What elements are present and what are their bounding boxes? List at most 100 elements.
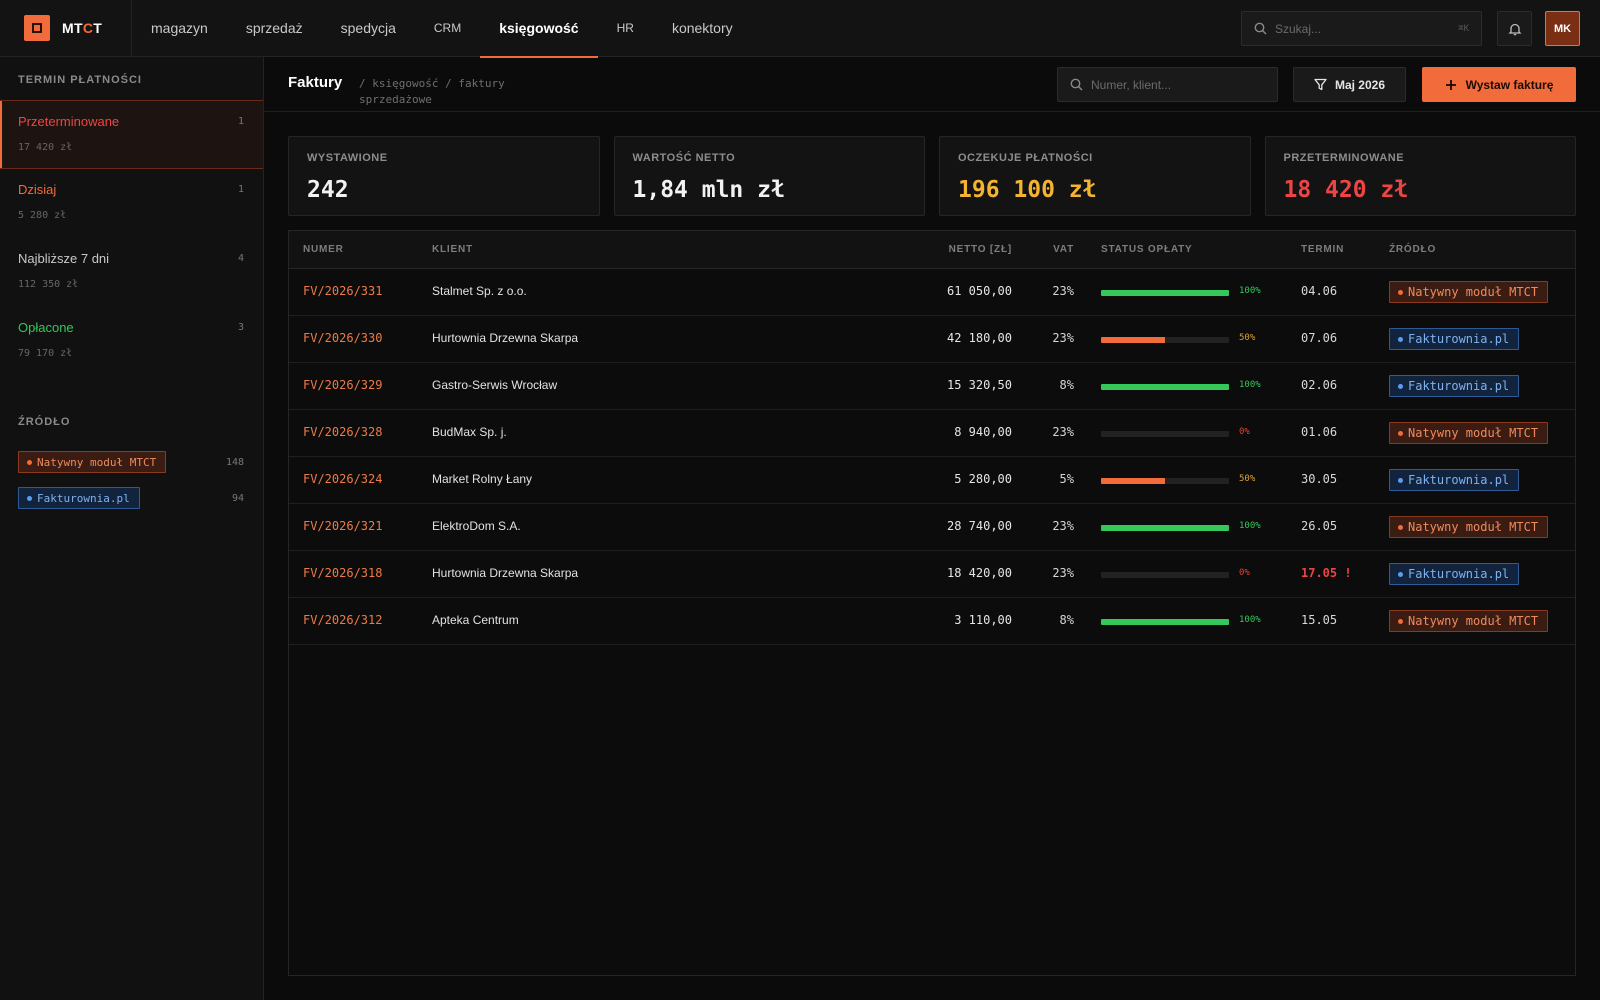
invoice-number-link[interactable]: FV/2026/324 xyxy=(303,472,382,486)
invoice-number-link[interactable]: FV/2026/330 xyxy=(303,331,382,345)
dot-icon xyxy=(27,495,32,501)
nav-item-6[interactable]: konektory xyxy=(653,0,752,57)
global-search-input[interactable] xyxy=(1275,21,1459,36)
vat-rate: 8% xyxy=(1059,378,1074,392)
dot-icon xyxy=(1398,289,1403,295)
stat-title: WARTOŚĆ NETTO xyxy=(632,152,736,164)
payment-progress-fill xyxy=(1101,337,1165,343)
sidebar: TERMIN PŁATNOŚCI Przeterminowane 1 17 420 … xyxy=(0,57,264,1000)
stat-card: OCZEKUJE PŁATNOŚCI 196 100 zł xyxy=(939,136,1251,216)
brand-name: MTCT xyxy=(62,20,103,36)
table-row[interactable]: FV/2026/330 Hurtownia Drzewna Skarpa 42 18… xyxy=(289,316,1575,363)
invoice-number-link[interactable]: FV/2026/328 xyxy=(303,425,382,439)
due-filter-item[interactable]: Dzisiaj 1 5 280 zł xyxy=(0,169,263,238)
col-source[interactable]: ŹRÓDŁO xyxy=(1389,244,1436,255)
due-date: 17.05 ! xyxy=(1301,566,1352,580)
source-filter-item[interactable]: Natywny moduł MTCT 148 xyxy=(0,444,263,480)
client-name: ElektroDom S.A. xyxy=(432,519,521,533)
stat-title: WYSTAWIONE xyxy=(307,152,388,164)
search-icon xyxy=(1254,22,1267,35)
payment-percent: 50% xyxy=(1239,474,1256,484)
invoice-filter-input[interactable] xyxy=(1091,77,1265,92)
nav-item-2[interactable]: spedycja xyxy=(322,0,415,57)
issue-invoice-label: Wystaw fakturę xyxy=(1465,77,1554,92)
client-name: Stalmet Sp. z o.o. xyxy=(432,284,527,298)
client-name: Hurtownia Drzewna Skarpa xyxy=(432,331,579,345)
invoice-number-link[interactable]: FV/2026/312 xyxy=(303,613,382,627)
due-filter-count: 4 xyxy=(237,253,244,264)
month-filter-button[interactable]: Maj 2026 xyxy=(1293,67,1406,102)
notifications-button[interactable] xyxy=(1497,11,1532,46)
due-filter-amount: 17 420 zł xyxy=(18,142,73,153)
table-row[interactable]: FV/2026/331 Stalmet Sp. z o.o. 61 050,00 23… xyxy=(289,269,1575,316)
source-badge: Fakturownia.pl xyxy=(1389,563,1520,585)
table-row[interactable]: FV/2026/312 Apteka Centrum 3 110,00 8% 100% 1… xyxy=(289,598,1575,645)
due-filter-list: Przeterminowane 1 17 420 zł Dzisiaj 1 5 280 z… xyxy=(0,100,263,376)
table-row[interactable]: FV/2026/329 Gastro-Serwis Wrocław 15 320,5… xyxy=(289,363,1575,410)
due-heading: TERMIN PŁATNOŚCI xyxy=(18,74,142,86)
col-number[interactable]: NUMER xyxy=(303,244,344,255)
payment-progress-fill xyxy=(1101,525,1229,531)
col-due[interactable]: TERMIN xyxy=(1301,244,1344,255)
stat-value: 196 100 zł xyxy=(958,177,1097,203)
invoice-number-link[interactable]: FV/2026/321 xyxy=(303,519,382,533)
dot-icon xyxy=(1398,383,1403,389)
table-row[interactable]: FV/2026/328 BudMax Sp. j. 8 940,00 23% 0% 01.… xyxy=(289,410,1575,457)
nav-item-4[interactable]: księgowość xyxy=(480,0,598,58)
due-filter-item[interactable]: Najbliższe 7 dni 4 112 350 zł xyxy=(0,238,263,307)
nav-item-0[interactable]: magazyn xyxy=(132,0,227,57)
nav-item-3[interactable]: CRM xyxy=(415,0,480,57)
issue-invoice-button[interactable]: Wystaw fakturę xyxy=(1422,67,1576,102)
source-badge: Fakturownia.pl xyxy=(1389,375,1520,397)
table-row[interactable]: FV/2026/321 ElektroDom S.A. 28 740,00 23% 10… xyxy=(289,504,1575,551)
filter-icon xyxy=(1314,78,1327,91)
vat-rate: 23% xyxy=(1052,519,1074,533)
invoice-number-link[interactable]: FV/2026/318 xyxy=(303,566,382,580)
payment-percent: 0% xyxy=(1239,427,1250,437)
vat-rate: 5% xyxy=(1059,472,1074,486)
page-header: Faktury / księgowość / faktury sprzedażo… xyxy=(264,57,1600,112)
col-net[interactable]: NETTO [ZŁ] xyxy=(949,244,1012,255)
dot-icon xyxy=(27,459,32,465)
table-row[interactable]: FV/2026/318 Hurtownia Drzewna Skarpa 18 42… xyxy=(289,551,1575,598)
invoice-filter[interactable] xyxy=(1057,67,1278,102)
shortcut-hint: ⌘K xyxy=(1458,23,1469,34)
vat-rate: 8% xyxy=(1059,613,1074,627)
stat-title: OCZEKUJE PŁATNOŚCI xyxy=(958,152,1093,164)
table-row[interactable]: FV/2026/324 Market Rolny Łany 5 280,00 5% 50… xyxy=(289,457,1575,504)
source-badge-label: Fakturownia.pl xyxy=(1408,332,1510,346)
stat-value: 242 xyxy=(307,177,349,203)
nav-item-5[interactable]: HR xyxy=(598,0,653,57)
payment-progress-bar xyxy=(1101,619,1229,625)
due-date: 04.06 xyxy=(1301,284,1338,298)
source-badge-label: Fakturownia.pl xyxy=(1408,473,1510,487)
col-status[interactable]: STATUS OPŁATY xyxy=(1101,244,1193,255)
payment-progress-bar xyxy=(1101,525,1229,531)
invoice-number-link[interactable]: FV/2026/329 xyxy=(303,378,382,392)
client-name: BudMax Sp. j. xyxy=(432,425,507,439)
invoice-number-link[interactable]: FV/2026/331 xyxy=(303,284,382,298)
source-count: 148 xyxy=(225,456,244,468)
search-icon xyxy=(1070,78,1083,91)
source-filter-item[interactable]: Fakturownia.pl 94 xyxy=(0,480,263,516)
col-vat[interactable]: VAT xyxy=(1053,244,1074,255)
stat-value: 1,84 mln zł xyxy=(632,177,785,203)
source-heading: ŹRÓDŁO xyxy=(18,416,71,428)
due-filter-item[interactable]: Opłacone 3 79 170 zł xyxy=(0,307,263,376)
dot-icon xyxy=(1398,571,1403,577)
due-filter-item[interactable]: Przeterminowane 1 17 420 zł xyxy=(0,100,263,169)
payment-progress-fill xyxy=(1101,384,1229,390)
col-client[interactable]: KLIENT xyxy=(432,244,473,255)
user-avatar[interactable]: MK xyxy=(1545,11,1580,46)
source-badge: Fakturownia.pl xyxy=(1389,469,1520,491)
net-amount: 15 320,50 xyxy=(946,378,1012,392)
payment-percent: 100% xyxy=(1239,380,1261,390)
net-amount: 61 050,00 xyxy=(946,284,1012,298)
logo-icon xyxy=(24,15,50,41)
brand[interactable]: MTCT xyxy=(0,0,132,57)
source-badge[interactable]: Fakturownia.pl xyxy=(18,487,140,509)
global-search[interactable]: ⌘K xyxy=(1241,11,1482,46)
net-amount: 3 110,00 xyxy=(954,613,1012,627)
source-badge[interactable]: Natywny moduł MTCT xyxy=(18,451,167,473)
nav-item-1[interactable]: sprzedaż xyxy=(227,0,322,57)
